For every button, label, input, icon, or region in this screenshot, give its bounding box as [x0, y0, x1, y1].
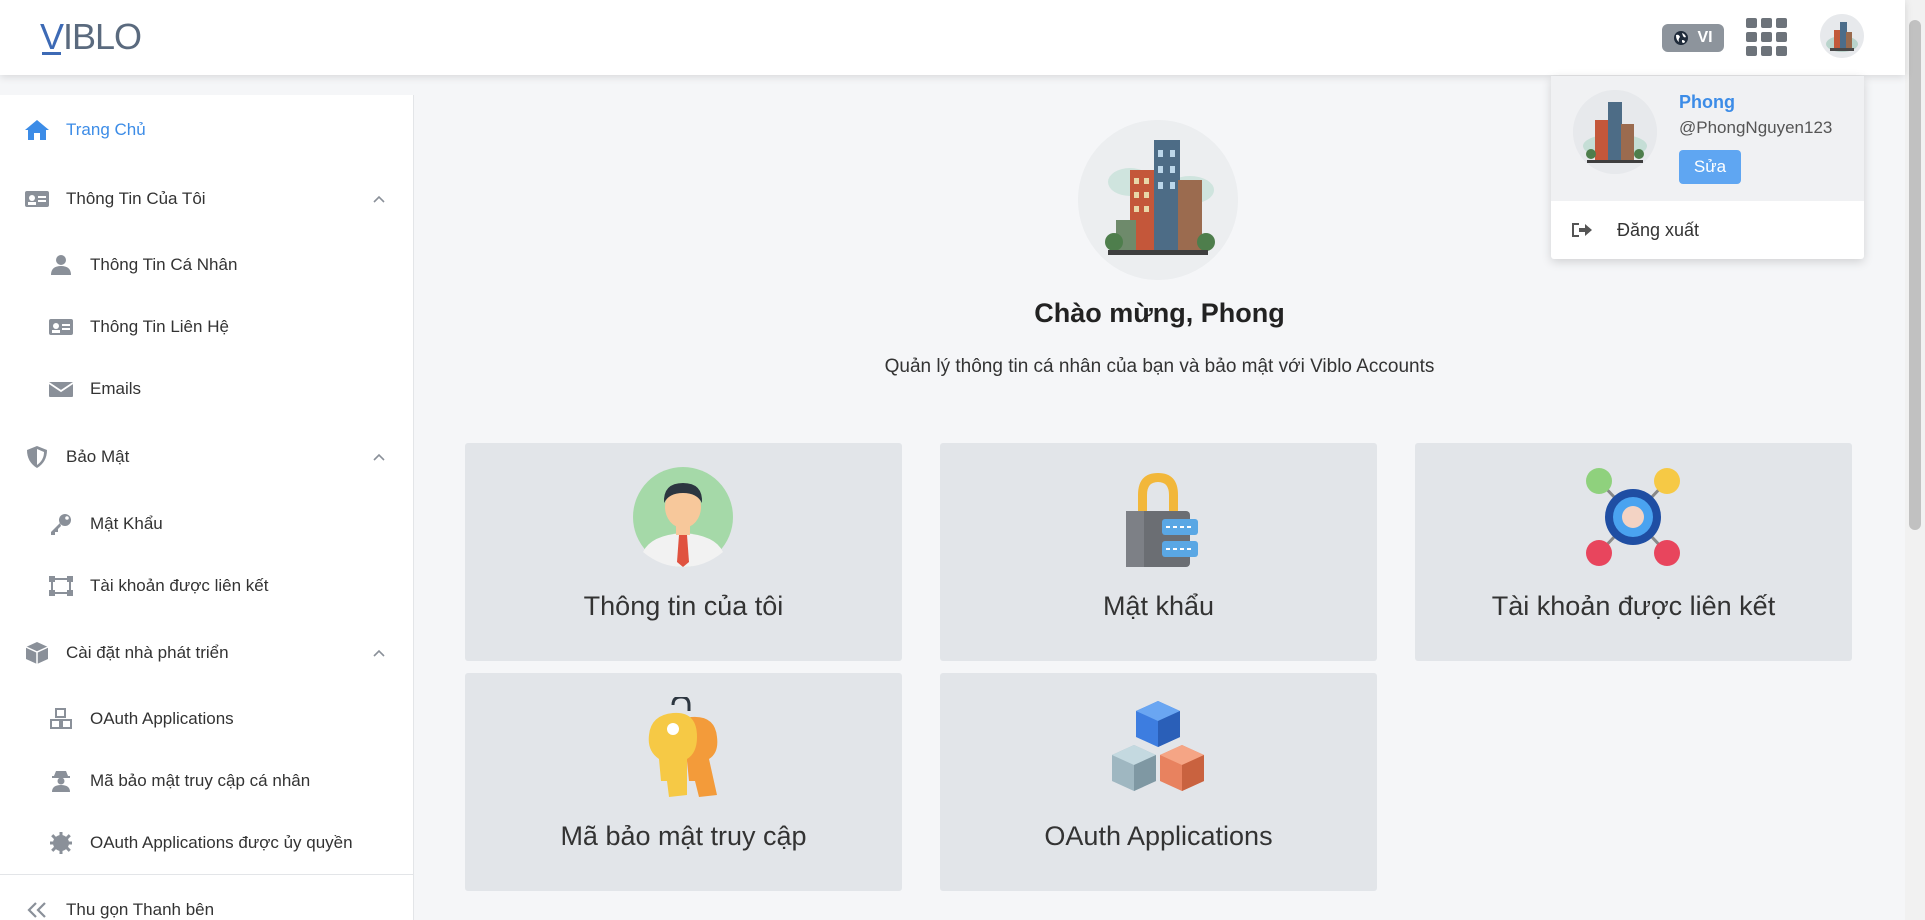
collapse-sidebar-button[interactable]: Thu gọn Thanh bên [24, 898, 214, 920]
user-dropdown-menu: Phong @PhongNguyen123 Sửa Đăng xuất [1551, 76, 1864, 259]
keys-icon [648, 697, 718, 797]
card-title: Thông tin của tôi [583, 591, 784, 621]
scrollbar-thumb[interactable] [1909, 20, 1921, 530]
id-card-icon [25, 191, 49, 207]
page-scrollbar[interactable] [1905, 0, 1925, 920]
sidebar-item-contact-info[interactable]: Thông Tin Liên Hệ [48, 315, 229, 339]
viblo-logo[interactable]: VIBLO [40, 16, 142, 58]
logout-button[interactable]: Đăng xuất [1551, 201, 1864, 259]
language-code: VI [1697, 29, 1713, 46]
avatar-image [1820, 14, 1864, 58]
card-password[interactable]: Mật khẩu [940, 443, 1377, 661]
user-avatar-icon [633, 467, 733, 567]
contact-card-icon [49, 319, 73, 335]
card-my-info[interactable]: Thông tin của tôi [465, 443, 902, 661]
apps-grid-icon [1746, 18, 1757, 28]
key-icon [51, 514, 71, 535]
sidebar-item-personal-info[interactable]: Thông Tin Cá Nhân [48, 253, 237, 277]
user-icon [51, 255, 71, 275]
home-icon [25, 120, 49, 140]
dropdown-avatar [1573, 90, 1657, 174]
card-title: Tài khoản được liên kết [1491, 591, 1776, 621]
double-chevron-left-icon [27, 902, 46, 918]
dropdown-handle: @PhongNguyen123 [1679, 118, 1833, 137]
user-avatar-button[interactable] [1820, 14, 1864, 58]
card-linked-accounts[interactable]: Tài khoản được liên kết [1415, 443, 1852, 661]
sign-out-icon [1572, 223, 1592, 237]
padlock-icon [1126, 473, 1198, 567]
sidebar-item-developer-settings[interactable]: Cài đặt nhà phát triển [24, 641, 229, 665]
cubes-icon [50, 708, 72, 729]
dropdown-username[interactable]: Phong [1679, 92, 1735, 113]
welcome-subtitle: Quản lý thông tin cá nhân của bạn và bảo… [884, 356, 1435, 377]
sidebar-item-password[interactable]: Mật Khẩu [48, 512, 163, 536]
sidebar-item-security[interactable]: Bảo Mật [24, 445, 129, 469]
sidebar-item-personal-access-tokens[interactable]: Mã bảo mật truy cập cá nhân [48, 769, 310, 793]
linked-network-icon [1586, 468, 1680, 566]
card-title: Mã bảo mật truy cập [560, 821, 807, 851]
edit-profile-button[interactable]: Sửa [1679, 150, 1741, 184]
envelope-icon [48, 382, 74, 397]
linked-accounts-icon [49, 576, 73, 596]
cubes-icon [1112, 701, 1204, 791]
apps-grid-button[interactable] [1746, 18, 1788, 56]
sidebar: Trang Chủ Thông Tin Của Tôi Thông Tin Cá… [0, 95, 414, 920]
card-title: Mật khẩu [1102, 591, 1215, 621]
card-title: OAuth Applications [1044, 821, 1273, 851]
card-access-tokens[interactable]: Mã bảo mật truy cập [465, 673, 902, 891]
user-secret-icon [52, 771, 70, 792]
chevron-up-icon[interactable] [372, 647, 386, 661]
welcome-heading: Chào mừng, Phong [1034, 298, 1285, 328]
card-oauth-applications[interactable]: OAuth Applications [940, 673, 1377, 891]
gear-icon [50, 832, 72, 854]
sidebar-item-home[interactable]: Trang Chủ [24, 118, 146, 142]
dropdown-profile-section: Phong @PhongNguyen123 Sửa [1551, 76, 1864, 201]
chevron-up-icon[interactable] [372, 193, 386, 207]
globe-icon [1674, 31, 1689, 45]
logout-label: Đăng xuất [1617, 219, 1700, 240]
sidebar-item-linked-accounts[interactable]: Tài khoản được liên kết [48, 574, 268, 598]
shield-icon [27, 446, 47, 468]
language-switcher[interactable]: VI [1662, 24, 1724, 52]
sidebar-item-emails[interactable]: Emails [48, 377, 141, 401]
sidebar-footer [0, 874, 414, 875]
chevron-up-icon[interactable] [372, 451, 386, 465]
sidebar-item-oauth-applications[interactable]: OAuth Applications [48, 707, 234, 731]
sidebar-item-authorized-oauth[interactable]: OAuth Applications được ủy quyền [48, 831, 353, 855]
sidebar-item-my-info[interactable]: Thông Tin Của Tôi [24, 187, 206, 211]
box-icon [25, 642, 49, 664]
city-avatar-image [1573, 90, 1657, 174]
city-avatar-image [1078, 120, 1238, 280]
top-header: VIBLO VI [0, 0, 1905, 75]
profile-avatar [1078, 120, 1238, 280]
